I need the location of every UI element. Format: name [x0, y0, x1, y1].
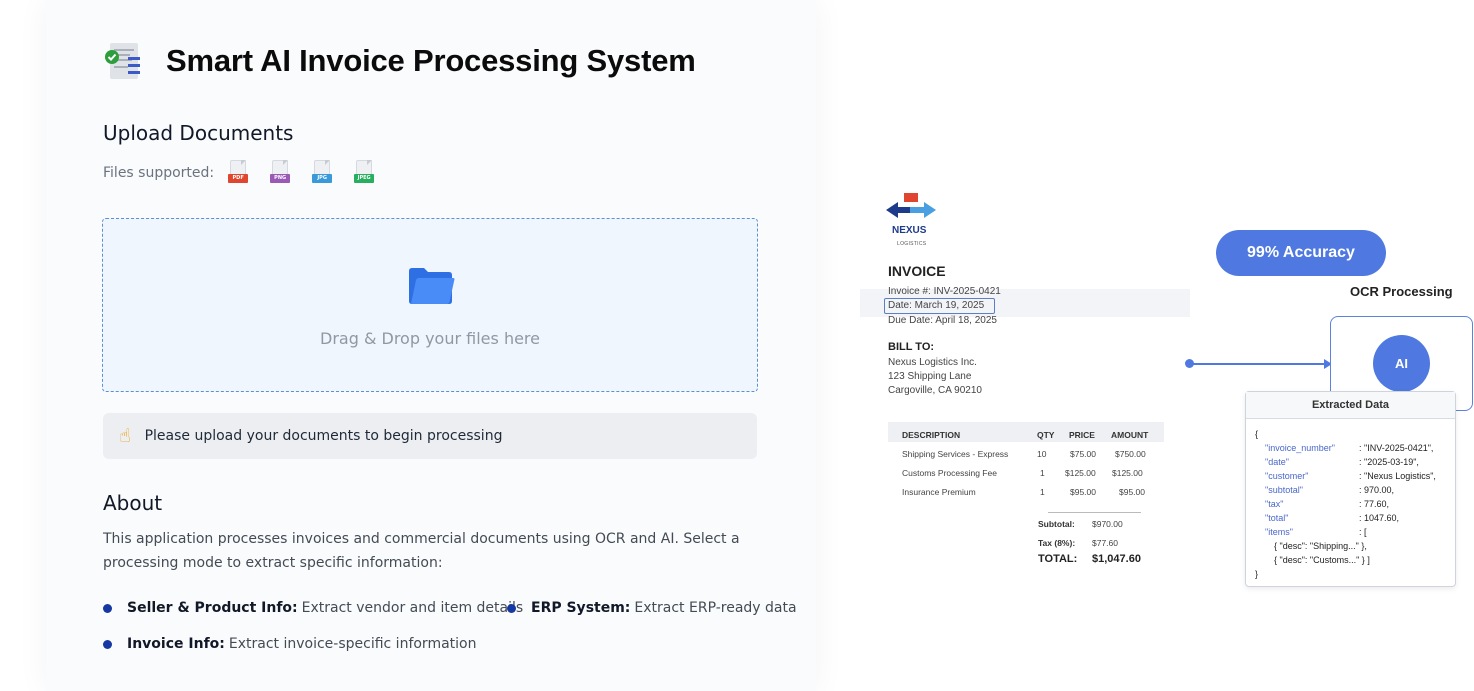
ocr-processing-label: OCR Processing: [1350, 284, 1453, 299]
mode-title: Invoice Info:: [127, 636, 225, 652]
dropzone-text: Drag & Drop your files here: [320, 329, 540, 348]
json-value: : 77.60,: [1359, 499, 1390, 509]
table-cell: Insurance Premium: [902, 487, 976, 497]
accuracy-badge: 99% Accuracy: [1216, 230, 1386, 276]
bill-to-line: Cargoville, CA 90210: [888, 385, 982, 396]
invoice-due-date: Due Date: April 18, 2025: [888, 315, 997, 326]
json-value: : 1047.60,: [1359, 513, 1400, 523]
about-heading: About: [103, 491, 163, 515]
col-header: AMOUNT: [1111, 430, 1149, 440]
supported-files-row: Files supported: PDF PNG JPG JPEG: [103, 160, 396, 186]
json-value: : [: [1359, 527, 1367, 537]
tax-label: Tax (8%):: [1038, 538, 1076, 548]
json-key: "total": [1265, 513, 1289, 523]
png-file-icon: PNG: [270, 160, 291, 186]
json-line: {: [1255, 429, 1259, 439]
json-value: : "2025-03-19",: [1359, 457, 1419, 467]
invoice-title: INVOICE: [888, 263, 946, 279]
mode-desc: Extract vendor and item details: [301, 600, 524, 616]
table-cell: 1: [1040, 487, 1045, 497]
company-sub: LOGISTICS: [897, 241, 927, 247]
json-key: "invoice_number": [1265, 443, 1335, 453]
jpeg-file-icon: JPEG: [354, 160, 375, 186]
folder-icon: [407, 267, 455, 305]
extracted-data-panel: Extracted Data { "invoice_number" : "INV…: [1245, 391, 1456, 587]
total-label: TOTAL:: [1038, 553, 1078, 565]
pointing-hand-icon: ☝: [119, 425, 131, 447]
json-key: "subtotal": [1265, 485, 1303, 495]
mode-title: Seller & Product Info:: [127, 600, 298, 616]
about-description: This application processes invoices and …: [103, 531, 740, 571]
app-title: Smart AI Invoice Processing System: [166, 43, 696, 78]
nexus-logo-icon: [886, 192, 938, 222]
bill-to-line: Nexus Logistics Inc.: [888, 357, 977, 368]
table-cell: $95.00: [1119, 487, 1145, 497]
table-cell: Customs Processing Fee: [902, 468, 997, 478]
table-cell: $95.00: [1070, 487, 1096, 497]
main-panel: Smart AI Invoice Processing System Uploa…: [46, 0, 816, 691]
table-cell: $125.00: [1112, 468, 1143, 478]
bill-to-label: BILL TO:: [888, 341, 935, 353]
company-name: NEXUS: [892, 225, 927, 236]
json-line: }: [1255, 569, 1259, 579]
json-value: : 970.00,: [1359, 485, 1395, 495]
ai-badge: AI: [1373, 335, 1430, 392]
bullet-dot: [103, 603, 112, 613]
json-value: : "INV-2025-0421",: [1359, 443, 1434, 453]
mode-desc: Extract ERP-ready data: [634, 600, 797, 616]
table-cell: $75.00: [1070, 449, 1096, 459]
table-cell: Shipping Services - Express: [902, 449, 1009, 459]
subtotal-label: Subtotal:: [1038, 519, 1075, 529]
mode-desc: Extract invoice-specific information: [228, 636, 477, 652]
col-header: PRICE: [1069, 430, 1095, 440]
json-line: { "desc": "Shipping..." },: [1274, 541, 1367, 551]
bill-to-line: 123 Shipping Lane: [888, 371, 972, 382]
upload-notice: ☝ Please upload your documents to begin …: [103, 413, 757, 459]
invoice-number: Invoice #: INV-2025-0421: [888, 286, 1001, 297]
table-cell: 10: [1037, 449, 1047, 459]
json-key: "customer": [1265, 471, 1309, 481]
mode-title: ERP System:: [531, 600, 631, 616]
subtotal-value: $970.00: [1092, 519, 1123, 529]
extracted-data-title: Extracted Data: [1246, 392, 1455, 419]
col-header: QTY: [1037, 430, 1055, 440]
table-cell: $125.00: [1065, 468, 1096, 478]
file-dropzone[interactable]: Drag & Drop your files here: [102, 218, 758, 392]
pdf-file-icon: PDF: [228, 160, 249, 186]
files-supported-label: Files supported:: [103, 165, 215, 181]
tax-value: $77.60: [1092, 538, 1118, 548]
invoice-check-icon: [104, 40, 144, 82]
mode-seller-product: Seller & Product Info: Extract vendor an…: [103, 600, 523, 616]
json-value: : "Nexus Logistics",: [1359, 471, 1436, 481]
mode-invoice: Invoice Info: Extract invoice-specific i…: [103, 636, 476, 652]
table-cell: $750.00: [1115, 449, 1146, 459]
mode-erp: ERP System: Extract ERP-ready data: [507, 600, 797, 616]
col-header: DESCRIPTION: [902, 430, 961, 440]
bullet-dot: [507, 603, 516, 613]
jpg-file-icon: JPG: [312, 160, 333, 186]
notice-text: Please upload your documents to begin pr…: [144, 428, 503, 444]
bullet-dot: [103, 639, 112, 649]
app-header: Smart AI Invoice Processing System: [104, 40, 696, 82]
invoice-illustration: NEXUS LOGISTICS INVOICE Invoice #: INV-2…: [860, 178, 1190, 598]
table-cell: 1: [1040, 468, 1045, 478]
total-value: $1,047.60: [1092, 553, 1141, 565]
json-key: "items": [1265, 527, 1293, 537]
upload-heading: Upload Documents: [103, 121, 294, 145]
summary-divider: [1048, 512, 1141, 513]
connector-arrow: [1190, 363, 1326, 365]
invoice-date: Date: March 19, 2025: [888, 300, 985, 311]
json-key: "tax": [1265, 499, 1284, 509]
json-line: { "desc": "Customs..." } ]: [1274, 555, 1370, 565]
json-key: "date": [1265, 457, 1289, 467]
